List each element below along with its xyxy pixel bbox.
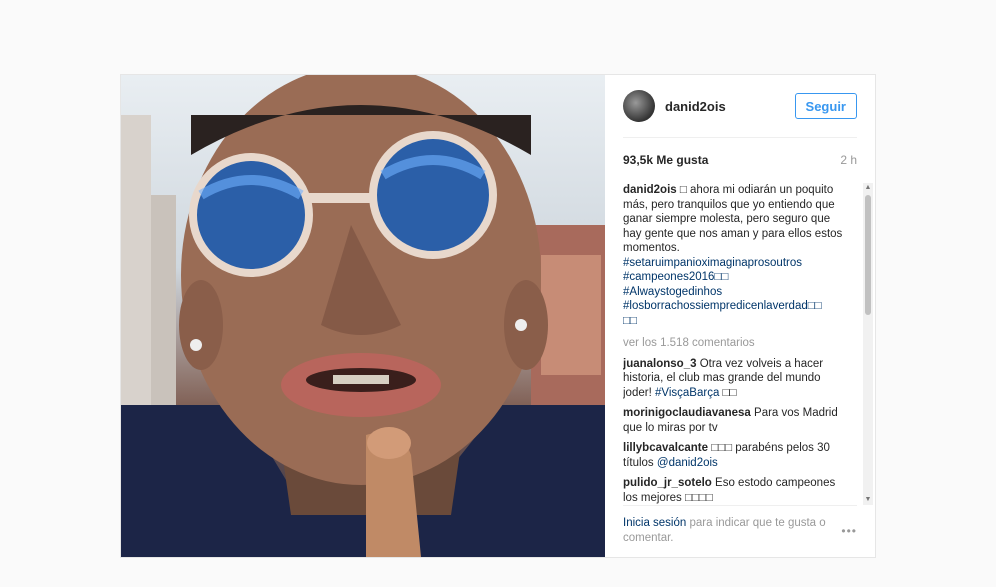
hashtag[interactable]: #losborrachossiempredicenlaverdad□□ [623,299,847,314]
comment-item: morinigoclaudiavanesa Para vos Madrid qu… [623,406,847,435]
caption-username[interactable]: danid2ois [623,184,677,196]
post-side-panel: danid2ois Seguir 93,5k Me gusta 2 h dani… [605,75,875,557]
post-footer: Inicia sesión para indicar que te gusta … [623,505,857,557]
post-stats: 93,5k Me gusta 2 h [623,153,857,167]
hashtag[interactable]: □□ [623,314,847,329]
caption: danid2ois □ ahora mi odiarán un poquito … [623,183,847,328]
login-link[interactable]: Inicia sesión [623,517,686,529]
hashtag[interactable]: #setaruimpanioximaginaprosoutros [623,256,847,271]
likes-count[interactable]: 93,5k Me gusta [623,153,708,167]
follow-button[interactable]: Seguir [794,93,857,119]
scroll-up-arrow-icon[interactable]: ▲ [863,183,873,193]
post-username[interactable]: danid2ois [665,99,726,114]
hashtag[interactable]: #Alwaystogedinhos [623,285,847,300]
post-header: danid2ois Seguir [623,75,857,138]
comment-mention[interactable]: @danid2ois [657,457,718,469]
comment-item: pulido_jr_sotelo Eso estodo campeones lo… [623,476,847,505]
comment-username[interactable]: pulido_jr_sotelo [623,477,712,489]
comment-username[interactable]: morinigoclaudiavanesa [623,407,751,419]
comment-emoji: □□ [722,386,737,399]
post-photo[interactable] [121,75,605,557]
comments-scrollbar[interactable]: ▲ ▼ [863,183,873,505]
avatar[interactable] [623,90,655,122]
comment-item: lillybcavalcante □□□ parabéns pelos 30 t… [623,441,847,470]
comment-username[interactable]: lillybcavalcante [623,442,708,454]
comment-item: juanalonso_3 Otra vez volveis a hacer hi… [623,357,847,401]
instagram-post: danid2ois Seguir 93,5k Me gusta 2 h dani… [120,74,876,558]
comment-username[interactable]: juanalonso_3 [623,358,697,370]
scroll-down-arrow-icon[interactable]: ▼ [863,495,873,505]
scrollbar-thumb[interactable] [865,195,871,315]
post-time[interactable]: 2 h [840,153,857,167]
comments-list[interactable]: danid2ois □ ahora mi odiarán un poquito … [623,183,847,505]
more-options-icon[interactable]: ••• [841,524,857,539]
view-more-comments[interactable]: ver los 1.518 comentarios [623,336,847,351]
hashtag[interactable]: #campeones2016□□ [623,270,847,285]
photo-illustration [121,75,605,557]
comment-hashtag[interactable]: #VisçaBarça [655,387,719,399]
